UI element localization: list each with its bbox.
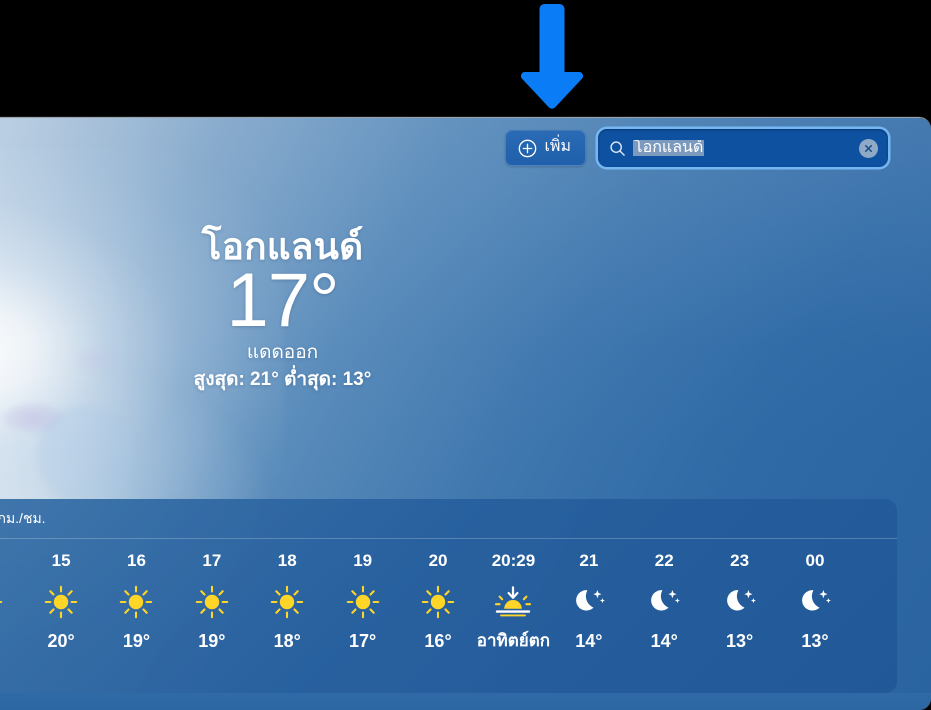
sun-icon [346,580,380,624]
sunset-icon [493,580,533,624]
hour-time: 20 [428,551,448,570]
hour-column[interactable]: 20:29 อาทิตย์ตก [476,552,551,649]
hour-time: 16 [127,551,146,570]
hour-temperature: 13° [725,631,754,651]
current-conditions: โอกแลนด์ 17° แดดออก สูงสุด: 21° ต่ำสุด: … [0,226,591,393]
sun-icon [270,580,304,624]
hour-time: 23 [730,551,750,570]
add-city-label: เพิ่ม [544,138,571,155]
pointer-arrow [517,2,587,116]
hour-column[interactable]: 20 16° [400,552,475,650]
sun-icon [0,580,3,624]
hour-temperature: 20° [47,631,75,651]
clear-search-button[interactable] [859,138,878,158]
weather-window: เพิ่ม โอกแลนด์ โอกแลนด์ 17° แดดออก สูงสุ… [0,117,931,710]
hour-time: 17 [202,551,222,570]
high-low-temperature: สูงสุด: 21° ต่ำสุด: 13° [193,369,372,391]
hour-temperature: 14° [575,631,603,651]
hour-column[interactable]: 19 17° [325,552,400,650]
hour-column[interactable]: 21 14° [551,552,626,650]
hour-column[interactable]: 22 14° [627,552,702,650]
hour-column[interactable]: 23 13° [702,552,777,650]
hour-column[interactable]: 16 19° [99,552,174,650]
hour-column[interactable]: 1421° [0,552,23,650]
moon-icon [723,580,757,624]
moon-icon [572,580,606,624]
hour-time: 15 [51,551,71,570]
sun-icon [195,580,229,624]
forecast-header: 21 กม./ชม. [0,499,897,539]
toolbar: เพิ่ม โอกแลนด์ [0,118,931,178]
moon-icon [647,580,681,624]
current-condition: แดดออก [246,342,319,364]
hour-temperature: 19° [198,631,226,651]
hour-temperature: 13° [801,631,829,651]
plus-circle-icon [518,139,537,158]
hour-temperature: 16° [424,631,452,651]
add-city-button[interactable]: เพิ่ม [505,130,586,166]
hour-column[interactable]: 17 19° [174,552,249,650]
search-field[interactable]: โอกแลนด์ [598,129,888,167]
current-temperature: 17° [226,258,340,344]
wind-speed-label: 21 กม./ชม. [0,509,46,526]
screen: เพิ่ม โอกแลนด์ โอกแลนด์ 17° แดดออก สูงสุ… [0,0,931,710]
sun-icon [119,580,153,624]
hour-time: 20:29 [491,551,536,570]
hour-time: 00 [805,551,825,570]
hour-time: 18 [277,551,297,570]
hour-temperature: 14° [650,631,678,651]
hour-time: 21 [579,551,599,570]
hour-column[interactable]: 15 20° [23,552,98,650]
hour-time: 22 [654,551,674,570]
hour-column[interactable]: 00 13° [777,552,852,650]
hourly-list[interactable]: 1421° 15 20° 16 19° 17 19° 18 18° 19 17° 20 16° 20:29… [0,539,897,693]
hour-column[interactable]: 18 18° [250,552,325,650]
search-input-value: โอกแลนด์ [633,140,705,156]
sun-icon [44,580,78,624]
hour-temperature: 19° [122,631,151,651]
search-input[interactable]: โอกแลนด์ [633,140,852,156]
hour-time: 19 [353,551,373,570]
down-arrow-icon [520,4,584,109]
moon-icon [798,580,832,624]
search-icon [609,140,626,157]
window-bottom-strip [0,693,931,710]
hourly-forecast-card: 21 กม./ชม. 1421° 15 20° 16 19° 17 19° 18 18° 19 17… [0,499,897,693]
hour-temperature: อาทิตย์ตก [476,631,551,650]
hour-temperature: 17° [349,631,377,651]
sun-icon [421,580,455,624]
hour-temperature: 18° [273,631,301,651]
